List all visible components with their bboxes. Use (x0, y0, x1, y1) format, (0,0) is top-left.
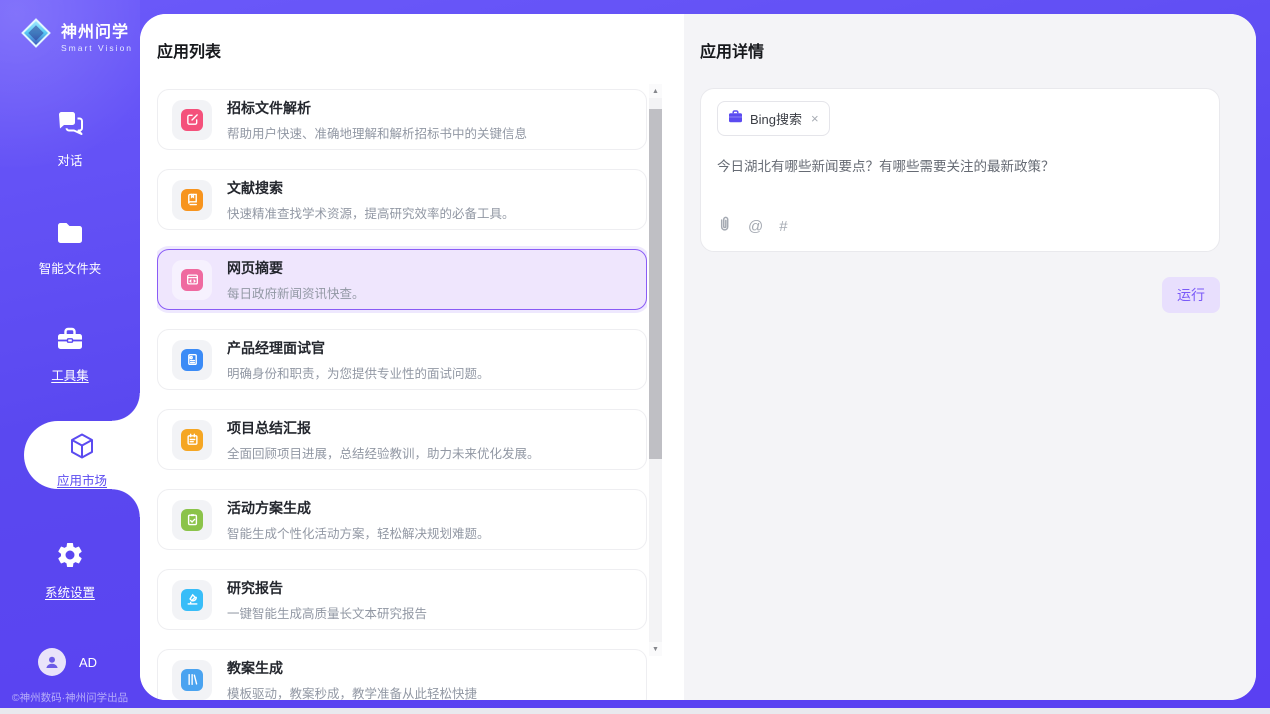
sidebar-item-label: 应用市场 (24, 470, 140, 489)
app-row-bid-parse[interactable]: 招标文件解析 帮助用户快速、准确地理解和解析招标书中的关键信息 (157, 89, 647, 150)
scroll-up-icon: ▲ (652, 88, 659, 95)
app-title: 网页摘要 (227, 258, 365, 278)
tool-tag-bing-search[interactable]: Bing搜索 × (717, 101, 830, 136)
user-account[interactable]: AD (38, 648, 97, 676)
scroll-down-icon: ▼ (652, 646, 659, 653)
folder-icon (55, 233, 85, 250)
avatar (38, 648, 66, 676)
app-desc: 智能生成个性化活动方案，轻松解决规划难题。 (227, 523, 490, 542)
books-icon (181, 669, 203, 691)
app-desc: 每日政府新闻资讯快查。 (227, 283, 365, 302)
app-desc: 一键智能生成高质量长文本研究报告 (227, 603, 427, 622)
app-row-event-plan[interactable]: 活动方案生成 智能生成个性化活动方案，轻松解决规划难题。 (157, 489, 647, 550)
prompt-card: Bing搜索 × 今日湖北有哪些新闻要点？有哪些需要关注的最新政策？ @ # (700, 88, 1220, 252)
diamond-logo-icon (18, 15, 54, 56)
app-title: 招标文件解析 (227, 98, 527, 118)
paperclip-icon[interactable] (717, 215, 732, 237)
run-button[interactable]: 运行 (1162, 277, 1220, 313)
app-row-literature-search[interactable]: 文献搜索 快速精准查找学术资源，提高研究效率的必备工具。 (157, 169, 647, 230)
app-row-research-report[interactable]: 研究报告 一键智能生成高质量长文本研究报告 (157, 569, 647, 630)
sidebar-item-label: 工具集 (0, 365, 140, 384)
app-title: 文献搜索 (227, 178, 515, 198)
at-icon[interactable]: @ (748, 219, 763, 234)
microscope-icon (181, 589, 203, 611)
sidebar-item-toolset[interactable]: 工具集 (0, 326, 140, 384)
app-desc: 帮助用户快速、准确地理解和解析招标书中的关键信息 (227, 123, 527, 142)
brand-name: 神州问学 (61, 24, 129, 41)
app-row-pm-interviewer[interactable]: 产品经理面试官 明确身份和职责，为您提供专业性的面试问题。 (157, 329, 647, 390)
webpage-icon (181, 269, 203, 291)
copyright-text: ©神州数码·神州问学出品 (0, 690, 140, 705)
app-title: 活动方案生成 (227, 498, 490, 518)
close-icon[interactable]: × (811, 111, 819, 126)
sidebar-item-chat[interactable]: 对话 (0, 110, 140, 169)
sidebar-item-label: 对话 (0, 150, 140, 169)
resume-icon (181, 349, 203, 371)
scroll-up-button[interactable]: ▲ (649, 84, 662, 98)
brand-subtitle: Smart Vision (61, 43, 133, 53)
app-desc: 快速精准查找学术资源，提高研究效率的必备工具。 (227, 203, 515, 222)
scroll-down-button[interactable]: ▼ (649, 642, 662, 656)
app-title: 教案生成 (227, 658, 477, 678)
app-desc: 模板驱动，教案秒成，教学准备从此轻松快捷 (227, 683, 477, 701)
app-title: 研究报告 (227, 578, 427, 598)
prompt-toolbar: @ # (717, 215, 1203, 237)
app-list-title: 应用列表 (157, 38, 684, 62)
notepad-icon (181, 429, 203, 451)
main-content: 应用列表 招标文件解析 帮助用户快速、准确地理解和解析招标书中的关键信息 (140, 14, 1256, 700)
sidebar-item-label: 系统设置 (0, 582, 140, 601)
scrollbar-thumb[interactable] (649, 109, 662, 459)
gear-icon (55, 557, 85, 574)
sidebar-item-smart-folder[interactable]: 智能文件夹 (0, 220, 140, 277)
app-row-lesson-plan[interactable]: 教案生成 模板驱动，教案秒成，教学准备从此轻松快捷 (157, 649, 647, 700)
app-row-project-summary[interactable]: 项目总结汇报 全面回顾项目进展，总结经验教训，助力未来优化发展。 (157, 409, 647, 470)
app-list-panel: 应用列表 招标文件解析 帮助用户快速、准确地理解和解析招标书中的关键信息 (140, 14, 684, 700)
clipboard-check-icon (181, 509, 203, 531)
chat-icon (55, 125, 85, 142)
sidebar-item-app-market[interactable]: 应用市场 (24, 421, 140, 489)
tool-tag-label: Bing搜索 (750, 109, 802, 128)
app-detail-panel: 应用详情 Bing搜索 × 今日湖北有哪些新闻要点？有哪些需要关注的最新政策？ (684, 14, 1256, 700)
edit-icon (181, 109, 203, 131)
app-desc: 全面回顾项目进展，总结经验教训，助力未来优化发展。 (227, 443, 540, 462)
sidebar: 神州问学 Smart Vision 对话 智能文件夹 (0, 0, 140, 714)
book-icon (181, 189, 203, 211)
app-detail-title: 应用详情 (700, 38, 1256, 62)
brand-logo: 神州问学 Smart Vision (18, 15, 133, 56)
app-desc: 明确身份和职责，为您提供专业性的面试问题。 (227, 363, 490, 382)
app-title: 产品经理面试官 (227, 338, 490, 358)
cube-icon (67, 448, 97, 465)
app-row-web-summary[interactable]: 网页摘要 每日政府新闻资讯快查。 (157, 249, 647, 310)
briefcase-icon (728, 110, 743, 128)
app-list: 招标文件解析 帮助用户快速、准确地理解和解析招标书中的关键信息 文献搜索 快速精… (157, 89, 647, 700)
user-initials: AD (79, 655, 97, 670)
toolbox-icon (55, 340, 85, 357)
hash-icon[interactable]: # (779, 219, 787, 234)
app-title: 项目总结汇报 (227, 418, 540, 438)
sidebar-item-settings[interactable]: 系统设置 (0, 540, 140, 601)
app-list-scrollbar[interactable]: ▲ ▼ (649, 84, 662, 656)
bottom-strip (0, 708, 1270, 714)
prompt-text-input[interactable]: 今日湖北有哪些新闻要点？有哪些需要关注的最新政策？ (717, 155, 1203, 175)
sidebar-item-label: 智能文件夹 (0, 258, 140, 277)
